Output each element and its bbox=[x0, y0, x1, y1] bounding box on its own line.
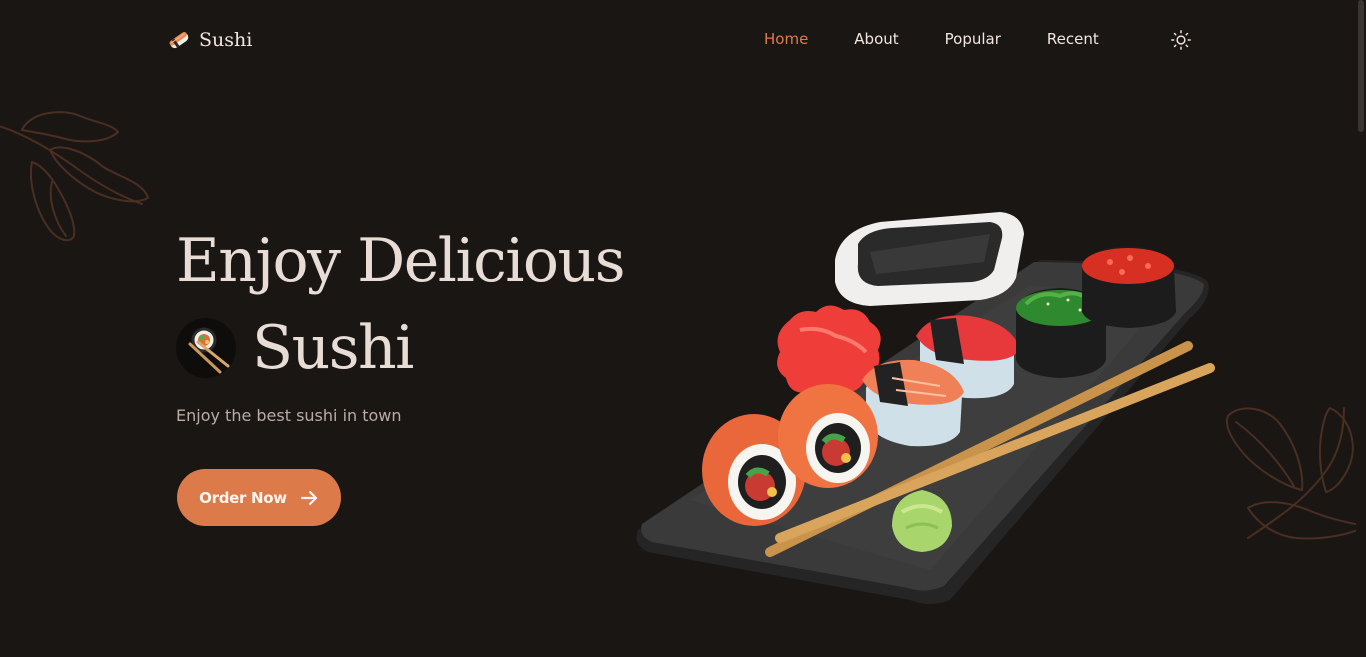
hero-title-line-1: Enjoy Delicious bbox=[176, 226, 625, 296]
arrow-right-icon bbox=[300, 490, 317, 505]
hero-title-line-2-row: Sushi bbox=[176, 312, 414, 384]
hero-subtitle: Enjoy the best sushi in town bbox=[176, 406, 402, 425]
sushi-roll-icon bbox=[169, 31, 189, 49]
hero-title-line-2: Sushi bbox=[252, 313, 414, 383]
main-nav: Home About Popular Recent bbox=[764, 30, 1145, 48]
page: Sushi Home About Popular Recent Enjoy De… bbox=[0, 0, 1366, 657]
nav-recent[interactable]: Recent bbox=[1047, 30, 1099, 48]
nav-about[interactable]: About bbox=[854, 30, 898, 48]
nav-popular[interactable]: Popular bbox=[945, 30, 1001, 48]
sushi-platter-image bbox=[636, 212, 1215, 604]
nav-home[interactable]: Home bbox=[764, 30, 808, 48]
scrollbar[interactable] bbox=[1356, 0, 1366, 657]
logo-text: Sushi bbox=[199, 29, 253, 51]
order-now-label: Order Now bbox=[199, 488, 287, 507]
leaf-decoration-right-icon bbox=[1226, 406, 1366, 540]
logo-link[interactable]: Sushi bbox=[165, 26, 252, 54]
sushi-chopsticks-icon bbox=[176, 318, 236, 378]
leaf-decoration-left-icon bbox=[0, 111, 150, 242]
scrollbar-thumb[interactable] bbox=[1358, 0, 1364, 132]
sun-icon[interactable] bbox=[1170, 29, 1192, 51]
header: Sushi Home About Popular Recent bbox=[0, 0, 1356, 80]
order-now-button[interactable]: Order Now bbox=[177, 469, 341, 526]
